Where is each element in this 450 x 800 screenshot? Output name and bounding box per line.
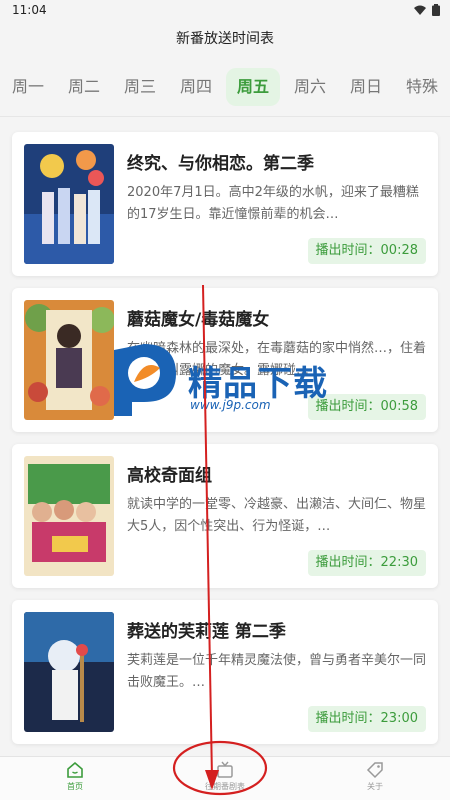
nav-past-schedule-label: 往期番剧表	[205, 782, 245, 791]
anime-description: 2020年7月1日。高中2年级的水帆，迎来了最糟糕的17岁生日。靠近憧憬前辈的机…	[127, 185, 419, 222]
anime-card[interactable]: 葬送的芙莉莲 第二季 芙莉莲是一位千年精灵魔法使，曾与勇者辛美尔一同击败魔王。……	[12, 600, 438, 744]
tab-tuesday[interactable]: 周二	[58, 68, 110, 106]
tabs-divider	[0, 116, 450, 117]
anime-cover-image[interactable]	[24, 456, 114, 576]
tab-saturday[interactable]: 周六	[284, 68, 336, 106]
status-time: 11:04	[12, 3, 47, 17]
tab-special[interactable]: 特殊	[396, 68, 448, 106]
tab-sunday[interactable]: 周日	[340, 68, 392, 106]
tab-thursday[interactable]: 周四	[170, 68, 222, 106]
anime-cover-image[interactable]	[24, 612, 114, 732]
wifi-icon	[414, 5, 426, 15]
tab-friday[interactable]: 周五	[226, 68, 280, 106]
watermark-logo-icon	[114, 344, 176, 416]
anime-card[interactable]: 高校奇面组 就读中学的一堂零、冷越豪、出濑洁、大间仁、物星大5人，因个性突出、行…	[12, 444, 438, 588]
anime-description: 就读中学的一堂零、冷越豪、出濑洁、大间仁、物星大5人，因个性突出、行为怪诞，…	[127, 497, 426, 534]
nav-home[interactable]: 首页	[35, 761, 115, 792]
anime-description: 芙莉莲是一位千年精灵魔法使，曾与勇者辛美尔一同击败魔王。…	[127, 653, 426, 690]
tab-monday[interactable]: 周一	[2, 68, 54, 106]
air-time-badge: 播出时间：22:30	[307, 550, 426, 576]
nav-past-schedule[interactable]: 往期番剧表	[185, 761, 265, 792]
schedule-list[interactable]: 终究、与你相恋。第二季 2020年7月1日。高中2年级的水帆，迎来了最糟糕的17…	[0, 126, 450, 756]
anime-title: 终究、与你相恋。第二季	[127, 154, 314, 174]
home-icon	[67, 761, 83, 778]
nav-home-label: 首页	[67, 782, 83, 791]
tag-icon	[366, 762, 383, 779]
status-icons	[414, 4, 440, 16]
status-bar: 11:04	[0, 0, 450, 22]
tv-icon	[217, 761, 233, 778]
nav-about-label: 关于	[367, 782, 383, 791]
tab-wednesday[interactable]: 周三	[114, 68, 166, 106]
anime-title: 蘑菇魔女/毒菇魔女	[127, 310, 270, 330]
air-time-badge: 播出时间：23:00	[307, 706, 426, 732]
watermark: 精品下载 www.j9p.com	[100, 340, 340, 420]
anime-cover-image[interactable]	[24, 144, 114, 264]
weekday-tabs: 周一 周二 周三 周四 周五 周六 周日 特殊	[0, 68, 450, 106]
battery-icon	[432, 4, 440, 16]
bottom-nav: 首页 往期番剧表 关于	[0, 756, 450, 800]
nav-about[interactable]: 关于	[335, 761, 415, 792]
anime-title: 高校奇面组	[127, 466, 212, 486]
anime-title: 葬送的芙莉莲 第二季	[127, 622, 286, 642]
page-title: 新番放送时间表	[176, 31, 274, 47]
watermark-url: www.j9p.com	[190, 398, 271, 412]
anime-card[interactable]: 终究、与你相恋。第二季 2020年7月1日。高中2年级的水帆，迎来了最糟糕的17…	[12, 132, 438, 276]
air-time-badge: 播出时间：00:28	[307, 238, 426, 264]
